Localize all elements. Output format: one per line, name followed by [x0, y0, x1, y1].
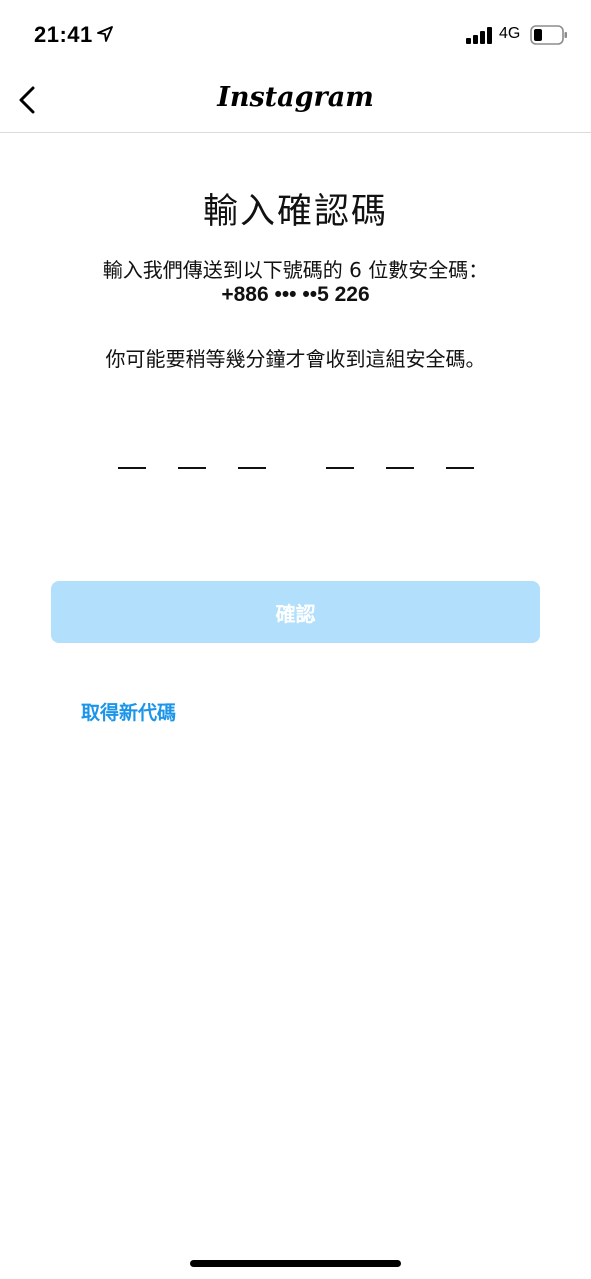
code-digit-slot-5 — [386, 467, 414, 469]
code-digit-slot-4 — [326, 467, 354, 469]
location-arrow-icon — [97, 26, 113, 42]
status-time: 21:41 — [34, 22, 93, 47]
code-digit-slot-3 — [238, 467, 266, 469]
home-indicator — [190, 1260, 401, 1267]
code-digit-slot-6 — [446, 467, 474, 469]
code-digit-slot-2 — [178, 467, 206, 469]
wait-note: 你可能要稍等幾分鐘才會收到這組安全碼。 — [105, 347, 486, 371]
phone-number: +886 ••• ••5 226 — [221, 283, 370, 306]
confirm-button[interactable]: 確認 — [51, 581, 540, 643]
instruction-text: 輸入我們傳送到以下號碼的 6 位數安全碼： — [102, 258, 489, 282]
battery-icon — [530, 25, 567, 45]
instagram-logo: Instagram — [217, 82, 374, 113]
code-digit-slot-1 — [118, 467, 146, 469]
page-title: 輸入確認碼 — [202, 192, 388, 232]
network-type: 4G — [499, 25, 521, 42]
signal-bars-icon — [466, 27, 492, 44]
confirm-button-label: 確認 — [275, 601, 316, 626]
confirmation-code-input[interactable] — [110, 445, 480, 485]
nav-bar: Instagram — [0, 70, 591, 133]
status-bar: 21:41 4G — [0, 0, 591, 70]
get-new-code-link[interactable]: 取得新代碼 — [81, 698, 176, 725]
